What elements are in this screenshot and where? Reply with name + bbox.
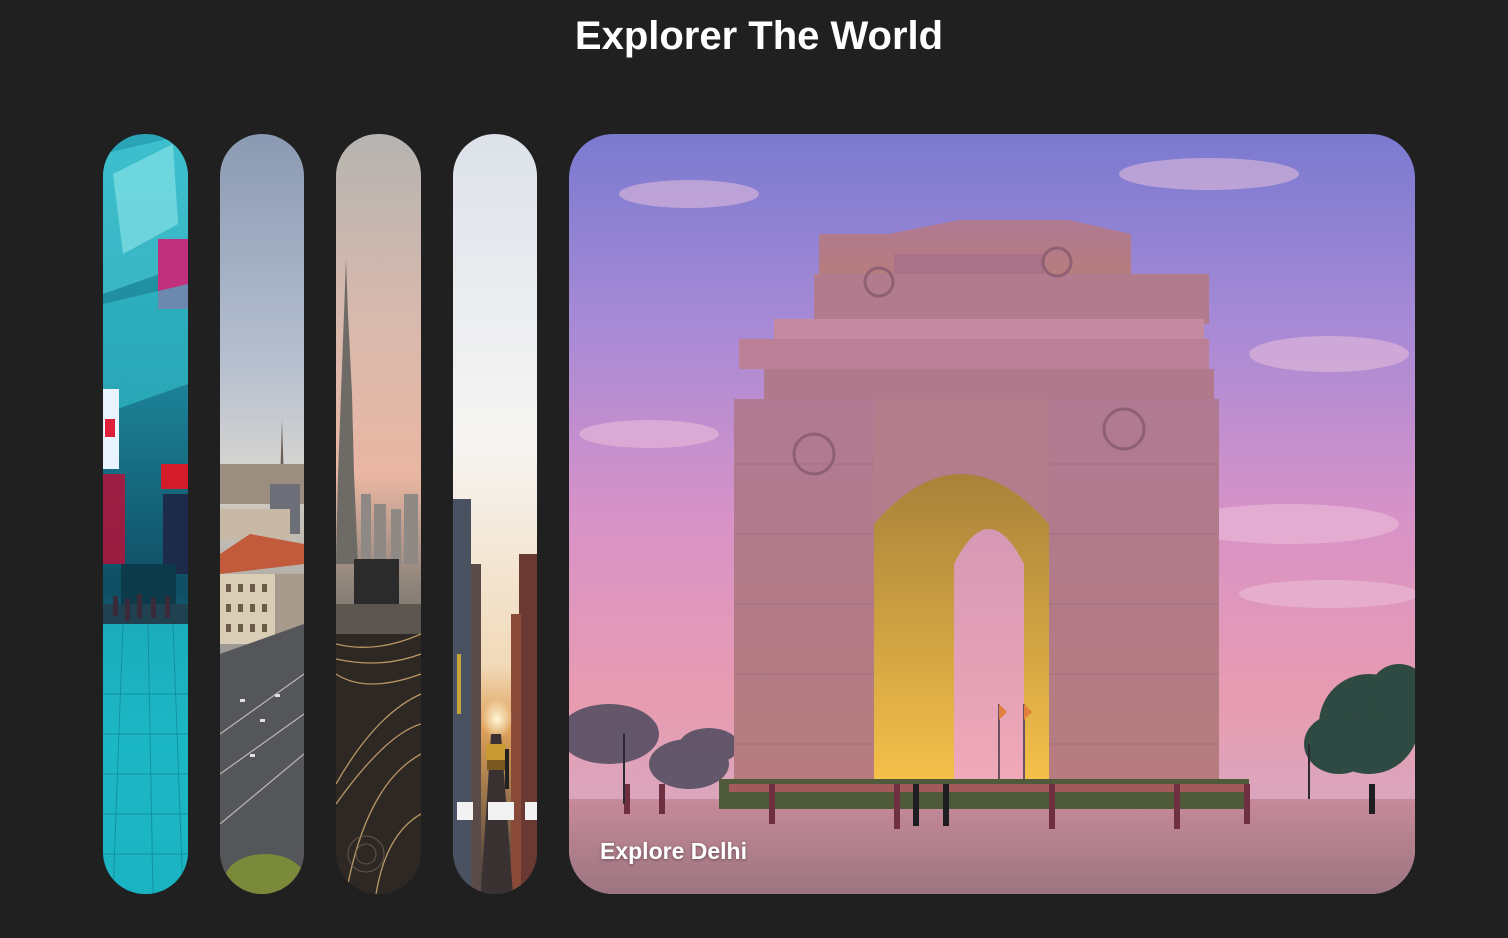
burj-khalifa-image: [336, 134, 421, 894]
neon-city-image: [103, 134, 188, 894]
page-title: Explorer The World: [574, 14, 944, 58]
gallery-panel-tokyo[interactable]: [103, 134, 188, 894]
gallery-panel-delhi[interactable]: Explore Delhi: [569, 134, 1415, 894]
image-gallery: Explore Delhi: [103, 134, 1415, 894]
gallery-panel-new-york[interactable]: [453, 134, 537, 894]
gallery-panel-city-highway[interactable]: [220, 134, 304, 894]
panel-caption: Explore Delhi: [600, 838, 747, 864]
city-highway-image: [220, 134, 304, 894]
gallery-panel-dubai[interactable]: [336, 134, 421, 894]
india-gate-image: [569, 134, 1415, 894]
manhattan-sunset-image: [453, 134, 537, 894]
